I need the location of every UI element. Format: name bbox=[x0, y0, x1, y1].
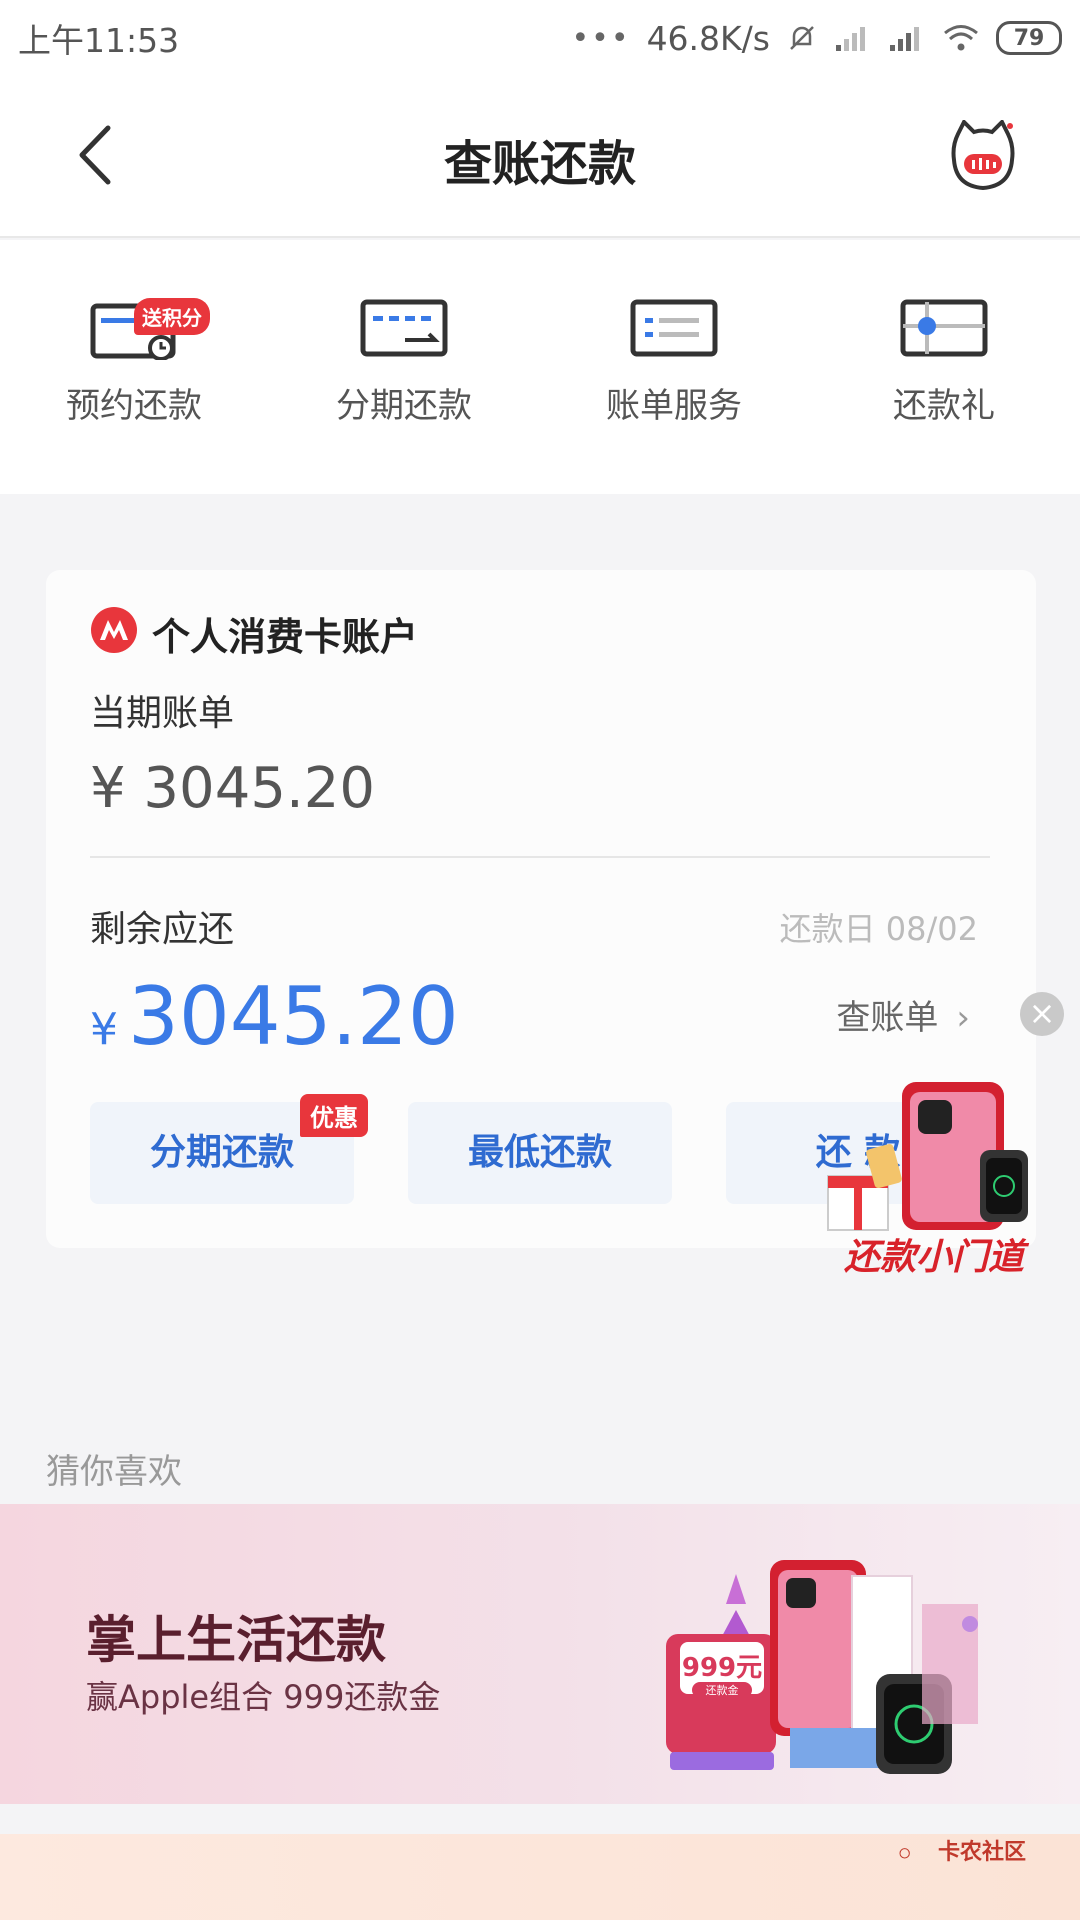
chevron-right-icon: › bbox=[956, 998, 970, 1038]
period-bill-amount: ¥ 3045.20 bbox=[90, 756, 376, 821]
status-time: 上午11:53 bbox=[18, 21, 180, 60]
banner-subtitle: 赢Apple组合 999还款金 bbox=[86, 1678, 441, 1716]
watermark-text: 卡农社区 bbox=[938, 1840, 1027, 1865]
quick-menu-label: 还款礼 bbox=[893, 386, 995, 426]
quick-menu-item-scheduled-repay[interactable]: 预约还款 送积分 bbox=[24, 296, 244, 427]
remaining-due-label: 剩余应还 bbox=[90, 909, 235, 950]
nav-bar: 查账还款 bbox=[0, 76, 1080, 238]
close-float-ad-button[interactable]: × bbox=[1020, 992, 1064, 1036]
section-label: 猜你喜欢 bbox=[46, 1452, 182, 1492]
banner-price-tag: 还款金 bbox=[706, 1683, 739, 1697]
signal-icon-2 bbox=[890, 27, 919, 51]
status-bar: 上午11:53 ••• 46.8K/s 79 bbox=[0, 0, 1080, 76]
bill-list-icon bbox=[630, 299, 718, 357]
quick-menu-label: 分期还款 bbox=[336, 386, 472, 426]
quick-menu-label: 账单服务 bbox=[606, 386, 742, 426]
remaining-amount-value: 3045.20 bbox=[128, 970, 459, 1063]
installment-card-icon bbox=[360, 299, 448, 357]
assistant-mascot-icon[interactable] bbox=[950, 120, 1016, 192]
wifi-icon bbox=[944, 25, 978, 51]
page-title: 查账还款 bbox=[443, 136, 636, 192]
mute-bell-icon bbox=[790, 26, 814, 50]
minimum-repay-button[interactable]: 最低还款 bbox=[408, 1102, 672, 1204]
banner-gift-illustration: 999元 还款金 bbox=[666, 1560, 978, 1774]
banner-title: 掌上生活还款 bbox=[86, 1610, 386, 1669]
status-icons: ••• 46.8K/s 79 bbox=[571, 19, 1062, 58]
quick-menu-item-bill-service[interactable]: 账单服务 bbox=[564, 296, 784, 427]
gift-card-icon bbox=[900, 299, 988, 357]
points-badge: 送积分 bbox=[134, 298, 210, 335]
quick-menu-item-repay-gift[interactable]: 还款礼 bbox=[834, 296, 1054, 427]
promo-banner[interactable]: 掌上生活还款 赢Apple组合 999还款金 999元 还款金 bbox=[0, 1504, 1080, 1804]
remaining-due-amount: ¥3045.20 bbox=[90, 970, 459, 1063]
banner-price: 999元 bbox=[682, 1653, 762, 1683]
currency-symbol: ¥ bbox=[90, 1004, 118, 1055]
bank-logo-icon bbox=[91, 607, 137, 653]
network-speed: 46.8K/s bbox=[646, 18, 770, 58]
signal-icon bbox=[836, 27, 865, 51]
quick-menu-item-installment[interactable]: 分期还款 bbox=[294, 296, 514, 427]
view-bill-label: 查账单 bbox=[836, 998, 939, 1038]
quick-menu: 预约还款 送积分 分期还款 账单服务 还款礼 bbox=[0, 240, 1080, 706]
float-ad-label[interactable]: 还款小门道 bbox=[844, 1228, 1024, 1280]
account-title: 个人消费卡账户 bbox=[152, 615, 419, 659]
quick-menu-label: 预约还款 bbox=[66, 386, 202, 426]
watermark-logo-icon bbox=[899, 1848, 910, 1859]
divider bbox=[90, 856, 990, 858]
discount-badge: 优惠 bbox=[300, 1094, 368, 1137]
more-dots-icon: ••• bbox=[571, 20, 631, 56]
battery-icon: 79 bbox=[996, 21, 1062, 55]
period-bill-label: 当期账单 bbox=[90, 693, 235, 734]
due-date: 还款日 08/02 bbox=[779, 910, 978, 948]
view-bill-link[interactable]: 查账单 › bbox=[836, 990, 970, 1039]
